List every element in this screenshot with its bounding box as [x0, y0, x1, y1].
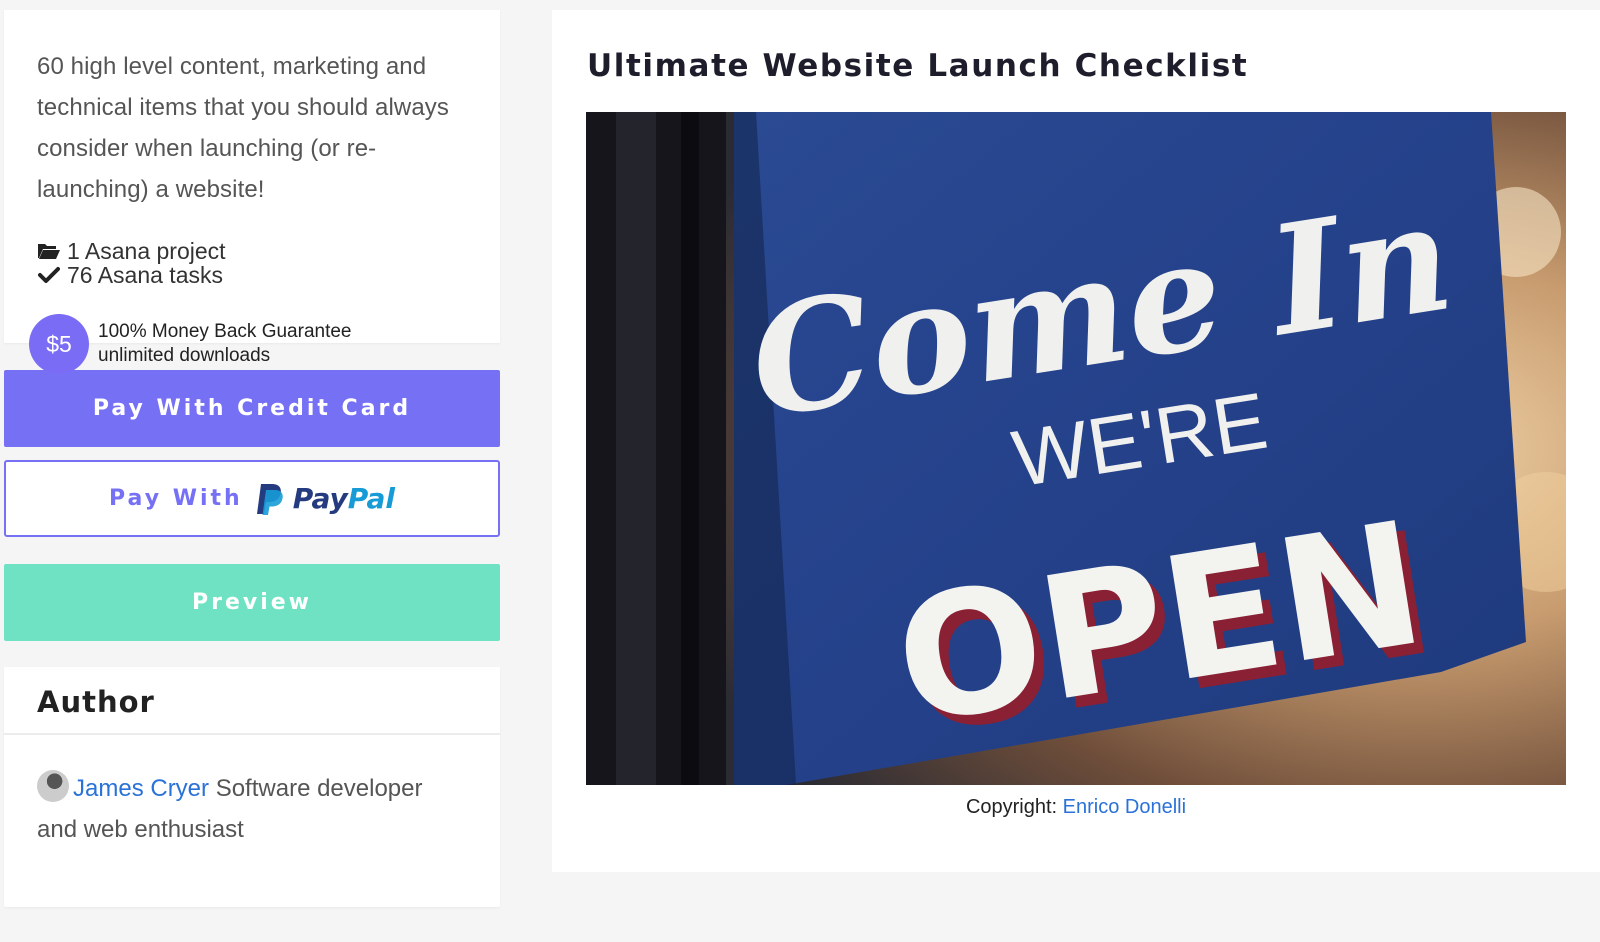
pay-credit-card-button[interactable]: Pay With Credit Card	[4, 370, 500, 447]
author-name-link[interactable]: James Cryer	[73, 775, 209, 802]
photographer-link[interactable]: Enrico Donelli	[1063, 796, 1186, 818]
paypal-p-icon	[256, 483, 283, 515]
author-card: Author James Cryer Software developer an…	[4, 667, 500, 907]
product-description: 60 high level content, marketing and tec…	[37, 53, 450, 203]
product-page: 60 high level content, marketing and tec…	[0, 0, 1600, 942]
price-badge: $5	[29, 314, 89, 374]
product-summary-card: 60 high level content, marketing and tec…	[4, 10, 500, 374]
guarantee-text: 100% Money Back Guarantee unlimited down…	[98, 320, 352, 368]
guarantee-line: 100% Money Back Guarantee	[98, 321, 352, 342]
product-title: Ultimate Website Launch Checklist	[587, 48, 1249, 84]
downloads-line: unlimited downloads	[98, 345, 271, 366]
paypal-wordmark: PayPal	[292, 482, 395, 515]
author-header: Author	[4, 667, 500, 735]
stat-projects-label: 1 Asana project	[67, 238, 226, 264]
author-heading: Author	[37, 685, 155, 719]
paypal-logo: PayPal	[255, 482, 395, 516]
stat-tasks-label: 76 Asana tasks	[67, 262, 223, 288]
paypal-button-label: Pay With	[109, 486, 243, 511]
preview-button[interactable]: Preview	[4, 564, 500, 641]
stat-projects: 1 Asana project	[37, 239, 467, 263]
price-row: $5 100% Money Back Guarantee unlimited d…	[29, 314, 467, 374]
folder-open-icon	[37, 240, 61, 262]
sidebar: 60 high level content, marketing and tec…	[4, 10, 500, 907]
product-detail-card: Ultimate Website Launch Checklist Come I…	[552, 10, 1600, 872]
product-hero-image: Come In WE'RE OPEN OPEN	[586, 112, 1566, 785]
avatar	[37, 770, 69, 802]
pay-paypal-button[interactable]: Pay With PayPal	[4, 460, 500, 537]
image-caption: Copyright: Enrico Donelli	[586, 796, 1566, 819]
checkmark-icon	[37, 264, 61, 286]
stat-tasks: 76 Asana tasks	[37, 263, 467, 287]
product-stats: 1 Asana project 76 Asana tasks	[37, 239, 467, 287]
author-info: James Cryer Software developer and web e…	[4, 735, 500, 883]
caption-label: Copyright:	[965, 796, 1063, 818]
